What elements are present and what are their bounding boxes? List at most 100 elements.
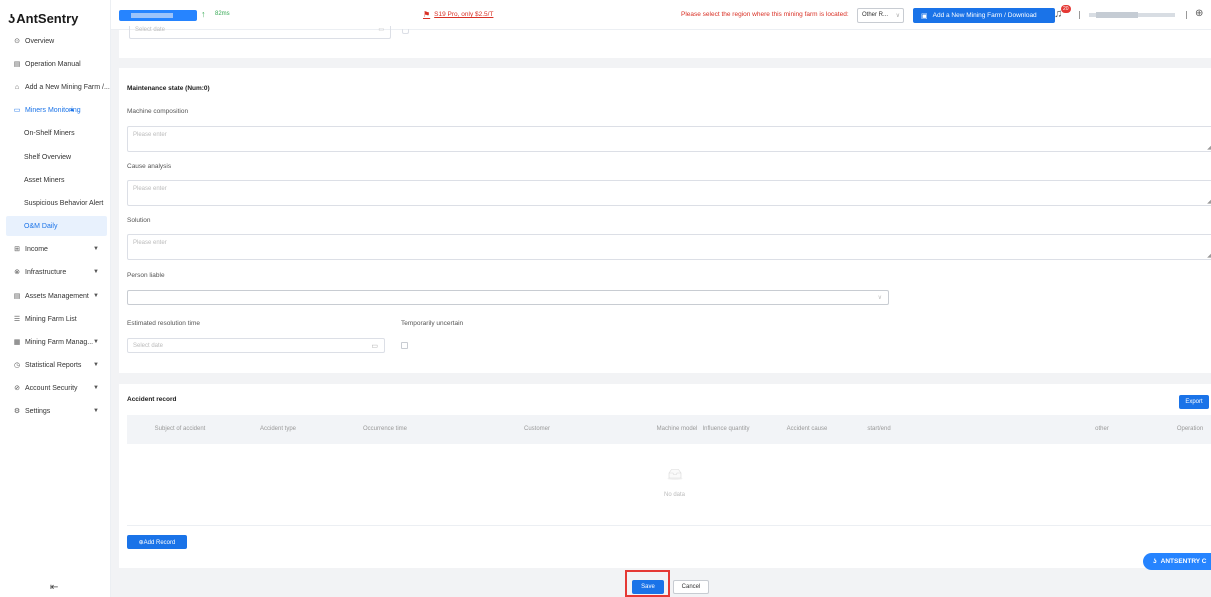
export-button[interactable]: Export bbox=[1179, 395, 1209, 409]
estimated-resolution-time-label: Estimated resolution time bbox=[127, 320, 200, 327]
sidebar-item-om-daily[interactable]: O&M Daily bbox=[6, 216, 107, 236]
sidebar-item-assets-management[interactable]: ▤ Assets Management ▼ bbox=[0, 286, 111, 306]
sidebar-item-income[interactable]: ⊞ Income ▼ bbox=[0, 239, 111, 259]
cause-analysis-label: Cause analysis bbox=[127, 163, 172, 170]
empty-box-icon bbox=[667, 469, 683, 480]
sidebar-item-label: O&M Daily bbox=[24, 222, 58, 230]
temporarily-uncertain-checkbox[interactable] bbox=[401, 342, 408, 349]
floating-button-label: ANTSENTRY C bbox=[1160, 558, 1207, 565]
region-select[interactable]: Other R... ∨ bbox=[857, 8, 904, 23]
promo-link[interactable]: ⚑ S19 Pro, only $2.5/T bbox=[423, 10, 493, 19]
antsentry-floating-button[interactable]: ʖ ANTSENTRY C bbox=[1143, 553, 1211, 570]
column-header: Customer bbox=[523, 426, 550, 432]
resize-grip-icon[interactable]: ◢ bbox=[1207, 199, 1211, 205]
latency-value: 82ms bbox=[215, 11, 230, 17]
sidebar-item-statistical-reports[interactable]: ◷ Statistical Reports ▼ bbox=[0, 355, 111, 375]
solution-label: Solution bbox=[127, 217, 151, 224]
sidebar-item-label: Settings bbox=[25, 407, 51, 415]
resize-grip-icon[interactable]: ◢ bbox=[1207, 253, 1211, 259]
sidebar-item-label: Income bbox=[25, 245, 48, 253]
farm-manage-icon: ▦ bbox=[13, 339, 21, 346]
region-select-value: Other R... bbox=[862, 12, 889, 18]
sidebar-item-overview[interactable]: ⊙ Overview bbox=[0, 31, 111, 51]
estimated-resolution-date-input[interactable]: Select date ▭ bbox=[127, 338, 385, 353]
divider bbox=[1186, 11, 1187, 19]
placeholder: Please enter bbox=[133, 132, 167, 138]
assets-icon: ▤ bbox=[13, 293, 21, 300]
solution-input[interactable]: Please enter ◢ bbox=[127, 234, 1211, 260]
chevron-down-icon: ▼ bbox=[93, 339, 99, 345]
sidebar-item-label: Shelf Overview bbox=[24, 153, 72, 161]
table-header: Subject of accident Accident type Occurr… bbox=[127, 415, 1211, 444]
person-liable-select[interactable]: ∨ bbox=[127, 290, 889, 305]
sidebar-item-operation-manual[interactable]: ▤ Operation Manual bbox=[0, 54, 111, 74]
section-title: Maintenance state (Num:0) bbox=[127, 85, 210, 92]
flag-icon: ⚑ bbox=[423, 10, 431, 19]
table-body: No data bbox=[127, 444, 1211, 526]
sidebar-item-on-shelf-miners[interactable]: On-Shelf Miners bbox=[0, 123, 111, 143]
settings-icon: ⚙ bbox=[13, 408, 21, 415]
farm-selector[interactable] bbox=[119, 10, 197, 21]
sidebar-item-account-security[interactable]: ⊘ Account Security ▼ bbox=[0, 378, 111, 398]
chevron-down-icon: ▼ bbox=[93, 293, 99, 299]
column-header: other bbox=[1095, 426, 1109, 432]
add-mining-farm-label: Add a New Mining Farm / Download bbox=[932, 12, 1037, 19]
monitor-icon: ▭ bbox=[13, 107, 21, 114]
income-icon: ⊞ bbox=[14, 246, 20, 253]
no-data-text: No data bbox=[664, 492, 686, 498]
sidebar-item-label: Asset Miners bbox=[24, 176, 65, 184]
add-record-button[interactable]: ⊕Add Record bbox=[127, 535, 187, 549]
sidebar-item-label: Operation Manual bbox=[25, 60, 81, 68]
cancel-button[interactable]: Cancel bbox=[673, 580, 709, 594]
date-input[interactable]: Select date ▭ bbox=[129, 26, 391, 39]
placeholder: Please enter bbox=[133, 186, 167, 192]
column-header: Occurrence time bbox=[362, 426, 407, 432]
sidebar-item-label: Infrastructure bbox=[25, 268, 67, 276]
security-icon: ⊘ bbox=[14, 385, 20, 392]
save-button[interactable]: Save bbox=[632, 580, 664, 594]
chevron-down-icon: ▼ bbox=[93, 269, 99, 275]
sidebar-item-label: Mining Farm Manag... bbox=[25, 338, 94, 346]
sidebar-item-label: Statistical Reports bbox=[25, 361, 82, 369]
sidebar-item-label: Account Security bbox=[25, 384, 78, 392]
cause-analysis-input[interactable]: Please enter ◢ bbox=[127, 180, 1211, 206]
column-header: Subject of accident bbox=[154, 426, 206, 432]
resize-grip-icon[interactable]: ◢ bbox=[1207, 145, 1211, 151]
sidebar-item-miners-monitoring[interactable]: ▭ Miners Monitoring ▲ bbox=[0, 100, 111, 120]
accident-table: Subject of accident Accident type Occurr… bbox=[127, 415, 1211, 526]
calendar-icon: ▭ bbox=[371, 343, 378, 350]
promo-text: S19 Pro, only $2.5/T bbox=[434, 11, 494, 18]
antsentry-logo-icon: ʖ bbox=[1153, 558, 1157, 565]
chevron-down-icon: ∨ bbox=[877, 295, 882, 301]
sidebar-item-mining-farm-management[interactable]: ▦ Mining Farm Manag... ▼ bbox=[0, 332, 111, 352]
building-icon: ▣ bbox=[921, 12, 928, 20]
column-header: Accident cause bbox=[786, 426, 828, 432]
sidebar-item-settings[interactable]: ⚙ Settings ▼ bbox=[0, 401, 111, 421]
machine-composition-input[interactable]: Please enter ◢ bbox=[127, 126, 1211, 152]
globe-icon[interactable]: ⊕ bbox=[1195, 8, 1203, 19]
app-logo[interactable]: ʖ AntSentry bbox=[8, 8, 78, 28]
add-mining-farm-button[interactable]: ▣ Add a New Mining Farm / Download bbox=[913, 8, 1055, 23]
sidebar-item-asset-miners[interactable]: Asset Miners bbox=[0, 170, 111, 190]
sidebar-item-shelf-overview[interactable]: Shelf Overview bbox=[0, 147, 111, 167]
temporarily-uncertain-label: Temporarily uncertain bbox=[401, 320, 464, 327]
accident-record-card: Accident record Export Subject of accide… bbox=[119, 384, 1211, 568]
sidebar-item-label: On-Shelf Miners bbox=[24, 129, 75, 137]
overview-icon: ⊙ bbox=[14, 38, 20, 45]
divider bbox=[1079, 11, 1080, 19]
sidebar-item-label: Assets Management bbox=[25, 292, 89, 300]
chevron-up-icon: ▲ bbox=[69, 107, 75, 113]
machine-composition-label: Machine composition bbox=[127, 108, 189, 115]
antsentry-logo-icon: ʖ bbox=[8, 10, 16, 26]
column-header: start/end bbox=[867, 426, 891, 432]
infrastructure-icon: ⊗ bbox=[14, 269, 20, 276]
sidebar-item-label: Add a New Mining Farm /... bbox=[25, 83, 110, 91]
sidebar-item-mining-farm-list[interactable]: ☰ Mining Farm List bbox=[0, 309, 111, 329]
sidebar: ʖ AntSentry ⊙ Overview ▤ Operation Manua… bbox=[0, 0, 111, 597]
calendar-icon: ▭ bbox=[378, 27, 384, 33]
collapse-sidebar-icon[interactable]: ⇤ bbox=[50, 582, 58, 593]
sidebar-item-suspicious-behavior-alert[interactable]: Suspicious Behavior Alert bbox=[0, 193, 111, 213]
sidebar-item-add-mining-farm[interactable]: ⌂ Add a New Mining Farm /... bbox=[0, 77, 111, 97]
checkbox[interactable] bbox=[402, 29, 409, 34]
sidebar-item-infrastructure[interactable]: ⊗ Infrastructure ▼ bbox=[0, 262, 111, 282]
